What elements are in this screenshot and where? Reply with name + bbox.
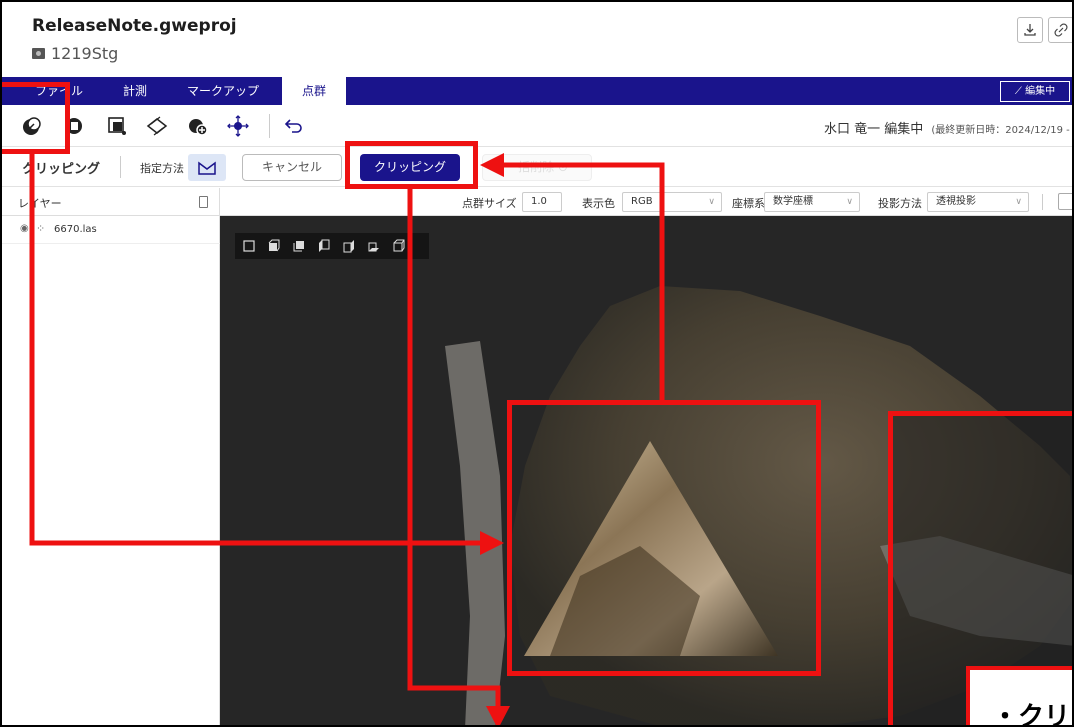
view-top-icon[interactable] (241, 238, 257, 254)
editor-status: 水口 竜一 編集中 (824, 122, 924, 137)
display-color-label: 表示色 (582, 197, 615, 210)
region-tool-button[interactable] (105, 114, 129, 138)
add-layer-icon[interactable] (199, 196, 208, 208)
clipping-tool-button[interactable] (20, 114, 44, 138)
visibility-icon[interactable]: ◉ (20, 223, 29, 234)
menu-bar: ファイル 計測 マークアップ 点群 ⟋ 編集中 (2, 77, 1072, 105)
viewer-options-bar: 点群サイズ 1.0 表示色 RGB ∨ 座標系 数学座標 ∨ 投影方法 透視投影 ∨ (220, 188, 1072, 216)
undo-icon (284, 119, 302, 133)
folder-icon (32, 48, 45, 59)
download-button[interactable] (1017, 17, 1043, 43)
download-icon (1024, 24, 1036, 36)
folder-name: 1219Stg (51, 44, 119, 63)
layer-panel: レイヤー ◉ ⁘ 6670.las (2, 188, 220, 725)
method-label: 指定方法 (140, 162, 184, 175)
editor-info: 水口 竜一 編集中 (最終更新日時：2024/12/19 - 18: (824, 118, 1074, 137)
link-icon (1054, 23, 1068, 37)
pointcloud-render (445, 286, 1072, 725)
view-right-icon[interactable] (341, 238, 357, 254)
projection-value: 透視投影 (936, 196, 976, 207)
view-angle-toolbar (235, 233, 429, 259)
point-size-input[interactable]: 1.0 (522, 192, 562, 212)
display-color-value: RGB (631, 196, 653, 207)
toolbar-divider (269, 114, 270, 138)
undo-button[interactable] (282, 114, 306, 138)
point-edit-tool-button[interactable] (62, 114, 86, 138)
view-back-icon[interactable] (291, 238, 307, 254)
layer-name: 6670.las (54, 224, 97, 235)
tab-measure[interactable]: 計測 (112, 77, 158, 105)
editing-label: 編集中 (1025, 86, 1056, 97)
display-color-select[interactable]: RGB ∨ (622, 192, 722, 212)
move-axis-tool-button[interactable] (226, 114, 250, 138)
pointcloud-icon: ⁘ (36, 222, 46, 235)
point-edit-icon (66, 118, 82, 134)
view-left-icon[interactable] (316, 238, 332, 254)
tab-markup[interactable]: マークアップ (178, 77, 268, 105)
chevron-down-icon: ∨ (846, 197, 853, 207)
method-polygon-button[interactable] (188, 154, 226, 181)
layer-item[interactable]: ◉ ⁘ 6670.las (2, 216, 220, 244)
layers-icon (146, 116, 168, 136)
tab-file[interactable]: ファイル (24, 77, 94, 105)
road-strip (445, 341, 505, 725)
bulk-delete-button[interactable]: 一括削除 ⊙ (482, 154, 592, 181)
options-divider (1042, 194, 1043, 210)
region-icon (108, 117, 126, 135)
app-window: ReleaseNote.gweproj 1219Stg ファイル 計測 マークア… (0, 0, 1074, 727)
view-iso-icon[interactable] (391, 238, 407, 254)
secondary-view (890, 416, 1072, 725)
view-bottom-icon[interactable] (366, 238, 382, 254)
last-updated: (最終更新日時：2024/12/19 - 18: (931, 125, 1074, 136)
chevron-down-icon: ∨ (1015, 197, 1022, 207)
clipping-icon (23, 117, 41, 135)
pencil-icon: ⟋ (1014, 86, 1026, 97)
projection-label: 投影方法 (878, 197, 922, 210)
link-button[interactable] (1048, 17, 1072, 43)
project-folder[interactable]: 1219Stg (32, 44, 118, 63)
move-axis-icon (227, 115, 249, 137)
projection-select[interactable]: 透視投影 ∨ (927, 192, 1029, 212)
tab-pointcloud[interactable]: 点群 (282, 77, 346, 105)
coordinate-value: 数学座標 (773, 196, 813, 207)
clipping-button[interactable]: クリッピング (360, 154, 460, 181)
polygon-select-icon (198, 161, 216, 175)
editing-button[interactable]: ⟋ 編集中 (1000, 81, 1070, 102)
clipping-divider (120, 156, 121, 178)
point-size-label: 点群サイズ (462, 197, 517, 210)
layer-panel-header: レイヤー (2, 188, 220, 216)
tool-bar: 水口 竜一 編集中 (最終更新日時：2024/12/19 - 18: (2, 105, 1074, 147)
coordinate-select[interactable]: 数学座標 ∨ (764, 192, 860, 212)
pointcloud-viewer[interactable] (220, 216, 1072, 725)
add-point-tool-button[interactable] (186, 114, 210, 138)
clipping-bar: クリッピング 指定方法 キャンセル クリッピング 一括削除 ⊙ (2, 147, 1072, 187)
clipping-title: クリッピング (22, 162, 101, 177)
coordinate-label: 座標系 (732, 197, 765, 210)
layers-tool-button[interactable] (145, 114, 169, 138)
project-title: ReleaseNote.gweproj (32, 16, 237, 36)
cancel-button[interactable]: キャンセル (242, 154, 342, 181)
header: ReleaseNote.gweproj 1219Stg (2, 2, 1072, 77)
screenshot-button[interactable] (1058, 193, 1072, 210)
view-front-icon[interactable] (266, 238, 282, 254)
add-point-icon (189, 119, 208, 136)
chevron-down-icon: ∨ (708, 197, 715, 207)
layer-panel-title: レイヤー (18, 197, 62, 210)
